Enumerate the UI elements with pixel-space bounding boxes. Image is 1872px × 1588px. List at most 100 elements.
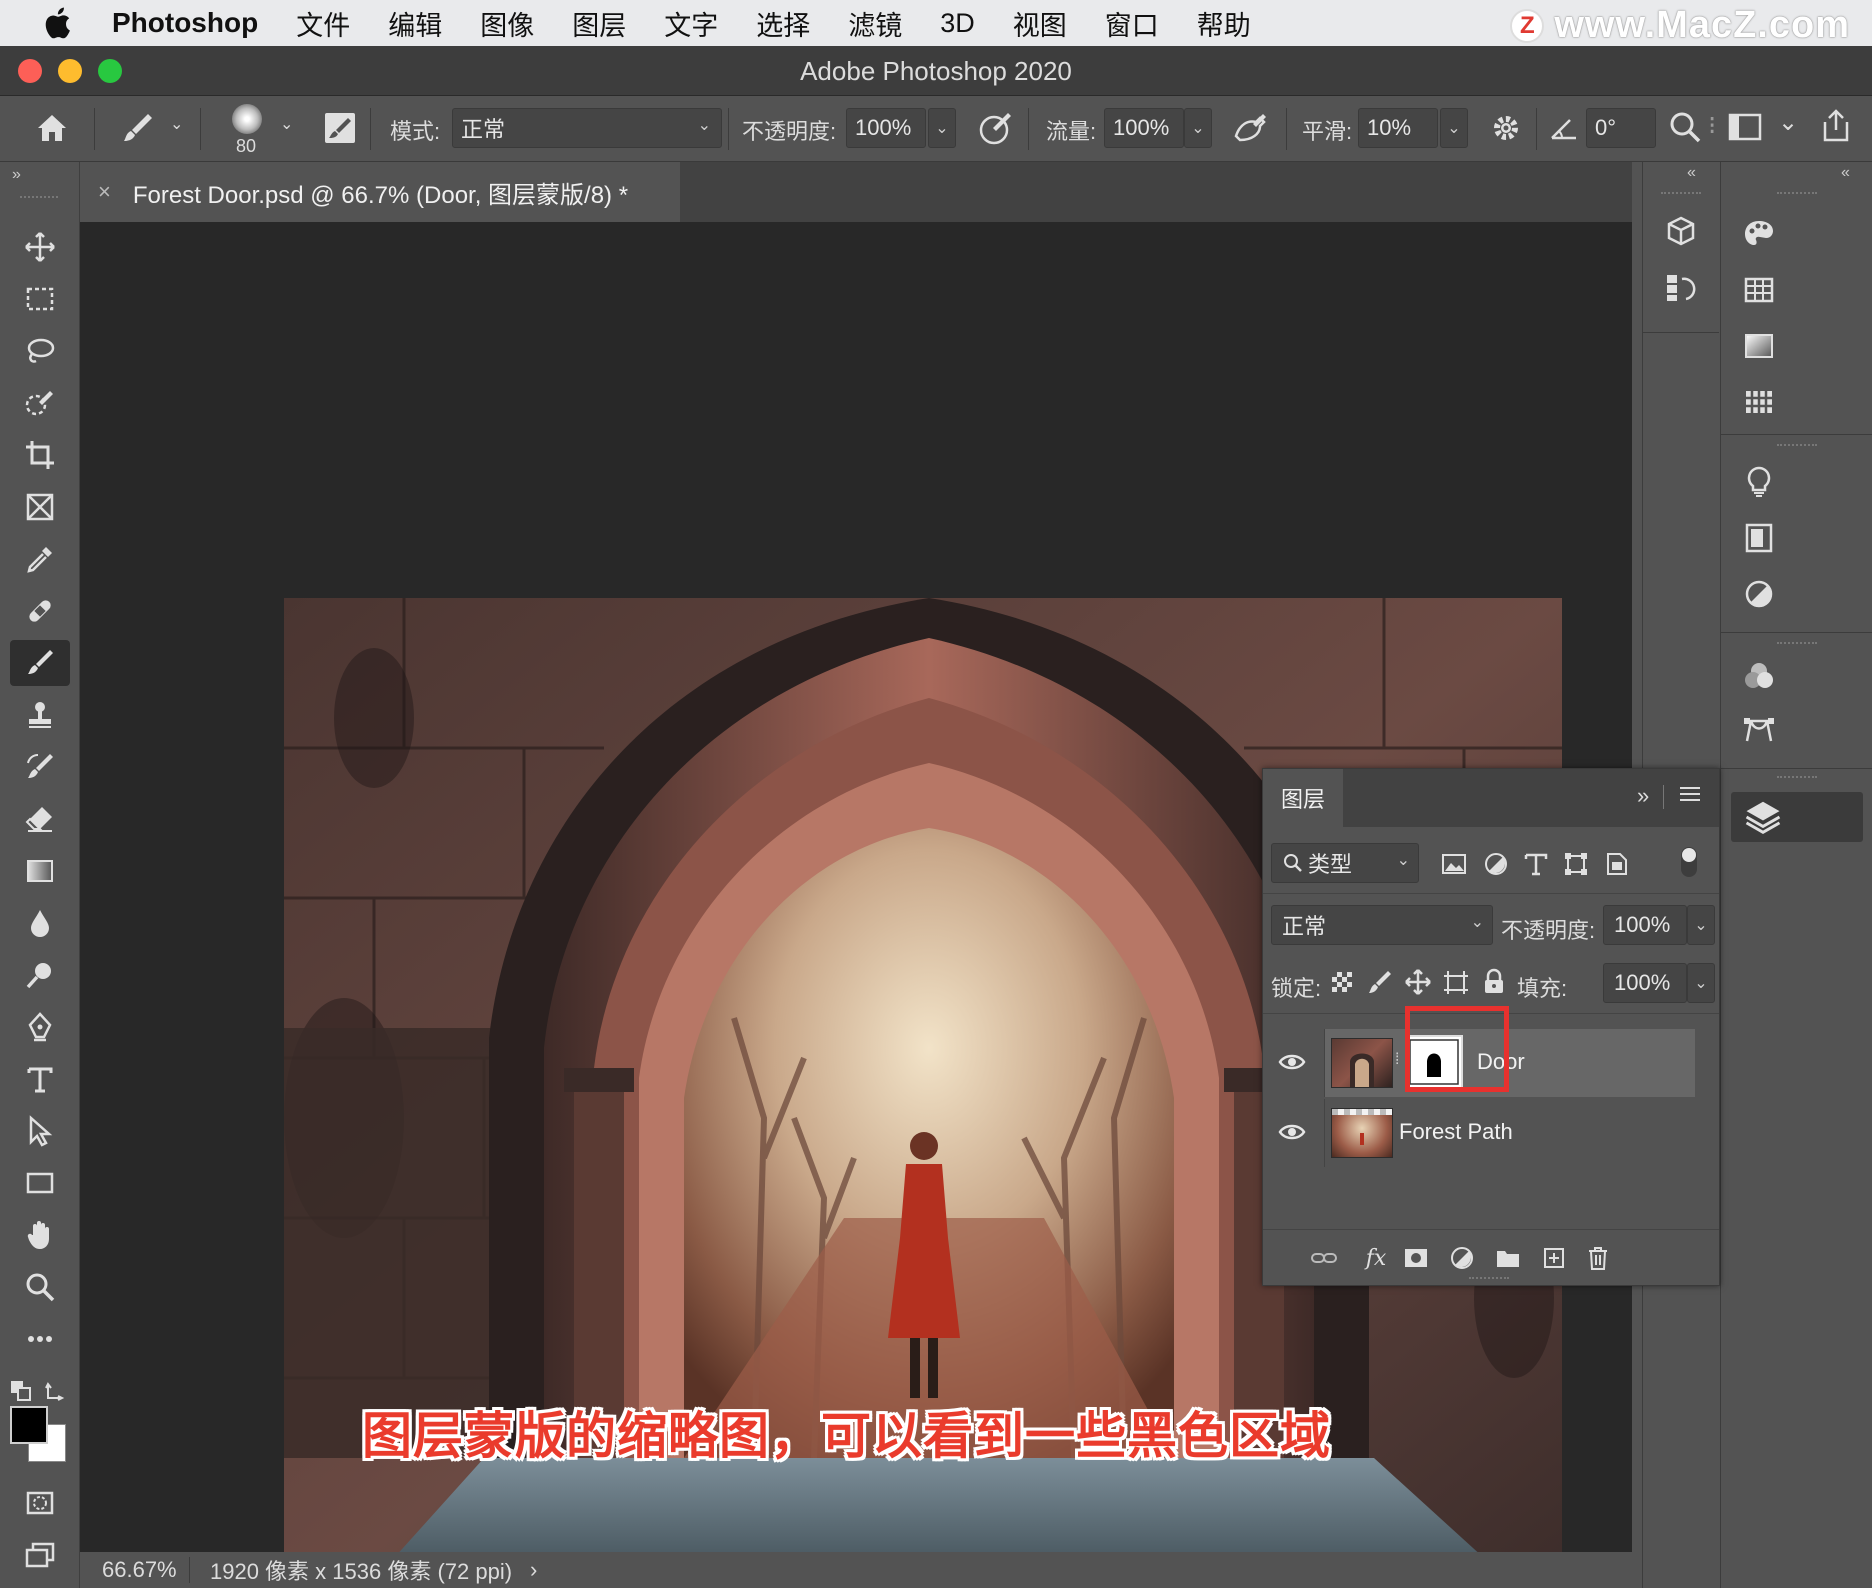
smoothing-dropdown[interactable]: ⌄ [1440,108,1468,148]
smoothing-gear-icon[interactable] [1488,110,1524,151]
lock-position-icon[interactable] [1401,965,1435,999]
menu-file[interactable]: 文件 [296,4,350,43]
lasso-tool[interactable] [10,328,70,374]
lock-pixels-icon[interactable] [1363,965,1397,999]
rectangle-tool[interactable] [10,1160,70,1206]
filter-pixel-icon[interactable] [1437,847,1471,881]
link-chain-icon[interactable]: ⁞ [1395,1051,1399,1069]
libraries-book-panel-button[interactable] [1737,516,1781,560]
type-tool[interactable] [10,1056,70,1102]
layer-row-forest-path[interactable]: Forest Path [1325,1099,1695,1167]
opacity-input[interactable]: 100% [846,108,926,148]
collapse-dock2-icon[interactable]: « [1841,164,1850,182]
pressure-opacity-icon[interactable] [976,108,1016,153]
menu-help[interactable]: 帮助 [1197,4,1251,43]
lock-artboard-icon[interactable] [1439,965,1473,999]
adjustments-panel-button[interactable] [1737,572,1781,616]
menu-edit[interactable]: 编辑 [388,4,442,43]
new-group-folder-icon[interactable] [1491,1241,1525,1275]
zoom-level[interactable]: 66.67% [80,1557,190,1583]
clone-stamp-tool[interactable] [10,692,70,738]
quick-mask-button[interactable] [10,1480,70,1526]
history-panel-button[interactable] [1659,266,1703,310]
mode-select[interactable]: 正常 ⌄ [452,108,722,148]
dock-grip[interactable] [1661,192,1701,196]
edit-toolbar-button[interactable] [10,1316,70,1362]
workspace-dropdown-icon[interactable]: ⌄ [1778,108,1798,137]
patterns-panel-button[interactable] [1737,380,1781,424]
collapse-panel-icon[interactable]: » [1637,783,1649,809]
lock-transparent-icon[interactable] [1325,965,1359,999]
channels-panel-button[interactable] [1737,654,1781,698]
new-layer-icon[interactable] [1537,1241,1571,1275]
dock2-grip[interactable] [1777,192,1817,196]
eyedropper-tool[interactable] [10,536,70,582]
eraser-tool[interactable] [10,796,70,842]
menu-type[interactable]: 文字 [664,4,718,43]
new-adjustment-layer-icon[interactable] [1445,1241,1479,1275]
frame-tool[interactable] [10,484,70,530]
paths-panel-button[interactable] [1737,708,1781,752]
filter-toggle[interactable] [1681,847,1697,877]
blur-tool[interactable] [10,900,70,946]
healing-brush-tool[interactable] [10,588,70,634]
pen-tool[interactable] [10,1004,70,1050]
foreground-color-swatch[interactable] [10,1406,48,1444]
search-icon[interactable] [1668,110,1702,149]
menu-window[interactable]: 窗口 [1105,4,1159,43]
close-tab-icon[interactable]: × [98,179,111,205]
delete-layer-trash-icon[interactable] [1581,1241,1615,1275]
layer-visibility-forest-path[interactable] [1263,1099,1325,1167]
crop-tool[interactable] [10,432,70,478]
toolbar-grip[interactable] [20,196,58,200]
dock2-grip-3[interactable] [1777,642,1817,646]
menu-image[interactable]: 图像 [480,4,534,43]
layer-fill-input[interactable]: 100% [1603,963,1687,1003]
panel-menu-icon[interactable] [1677,781,1703,812]
layer-row-door[interactable]: ⁞ Door [1325,1029,1695,1097]
layer-opacity-input[interactable]: 100% [1603,905,1687,945]
hand-tool[interactable] [10,1212,70,1258]
history-brush-tool[interactable] [10,744,70,790]
brush-tip-icon[interactable] [232,104,262,134]
screen-mode-button[interactable] [10,1532,70,1578]
collapse-toolbar-icon[interactable]: » [12,166,21,184]
filter-type-icon[interactable] [1519,847,1553,881]
dock2-grip-2[interactable] [1777,444,1817,448]
move-tool[interactable] [10,224,70,270]
layer-filter-select[interactable]: 类型 ⌄ [1271,843,1419,883]
brush-preset-dropdown-icon[interactable]: ⌄ [170,114,183,134]
layer-styles-fx-icon[interactable]: fx [1359,1241,1393,1275]
workspace-icon[interactable] [1728,112,1762,147]
layers-tab[interactable]: 图层 [1263,769,1343,827]
menu-3d[interactable]: 3D [940,8,975,39]
layer-fill-dropdown[interactable]: ⌄ [1687,963,1715,1003]
flow-input[interactable]: 100% [1104,108,1184,148]
smoothing-input[interactable]: 10% [1358,108,1438,148]
filter-smart-object-icon[interactable] [1599,847,1633,881]
brush-preset-icon[interactable] [120,110,156,151]
layer-thumbnail-forest-path[interactable] [1331,1108,1393,1158]
marquee-tool[interactable] [10,276,70,322]
swatches-panel-button[interactable] [1737,212,1781,256]
blend-mode-select[interactable]: 正常 ⌄ [1271,905,1493,945]
apple-icon[interactable] [40,4,74,42]
default-colors-icon[interactable] [10,1380,32,1407]
share-icon[interactable] [1818,108,1854,149]
panel-resize-grip[interactable] [1469,1277,1509,1281]
menu-view[interactable]: 视图 [1013,4,1067,43]
grid-panel-button[interactable] [1737,268,1781,312]
link-layers-icon[interactable] [1307,1241,1341,1275]
layers-panel-button[interactable] [1731,792,1863,842]
learn-panel-button[interactable] [1737,460,1781,504]
layer-opacity-dropdown[interactable]: ⌄ [1687,905,1715,945]
gradients-panel-button[interactable] [1737,324,1781,368]
quick-selection-tool[interactable] [10,380,70,426]
flow-dropdown[interactable]: ⌄ [1184,108,1212,148]
layer-thumbnail-door[interactable] [1331,1038,1393,1088]
app-menu-photoshop[interactable]: Photoshop [112,7,258,39]
layer-visibility-door[interactable] [1263,1029,1325,1097]
opacity-dropdown[interactable]: ⌄ [928,108,956,148]
brush-tool[interactable] [10,640,70,686]
menu-select[interactable]: 选择 [756,4,810,43]
